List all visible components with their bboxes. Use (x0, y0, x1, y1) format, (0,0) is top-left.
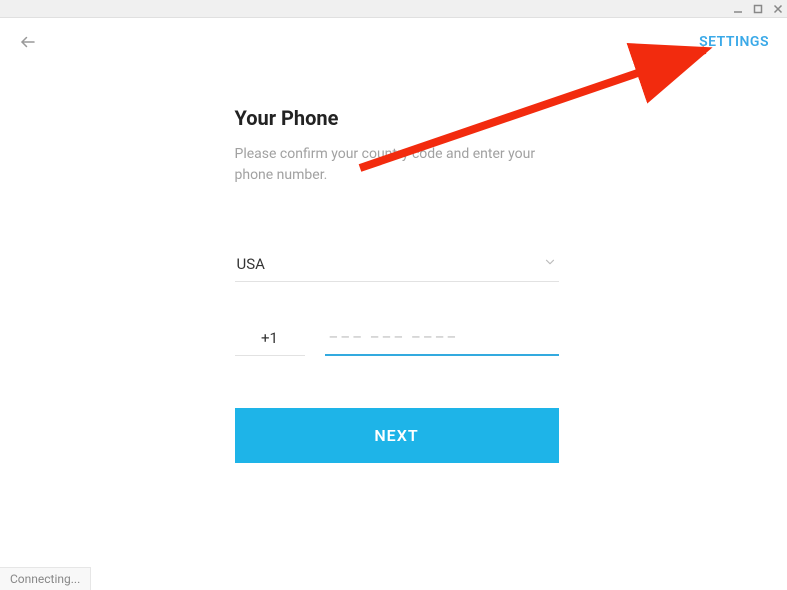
login-form: Your Phone Please confirm your country c… (229, 106, 559, 463)
topbar: SETTINGS (0, 18, 787, 66)
chevron-down-icon (543, 254, 557, 273)
phone-number-input[interactable] (325, 320, 559, 356)
back-button[interactable] (18, 32, 38, 52)
phone-row (235, 320, 559, 356)
page-title: Your Phone (235, 106, 559, 130)
country-select[interactable]: USA (235, 246, 559, 282)
next-button[interactable]: NEXT (235, 408, 559, 463)
page-subtitle: Please confirm your country code and ent… (235, 144, 559, 186)
window-titlebar (0, 0, 787, 18)
status-bar: Connecting... (0, 567, 91, 590)
country-label: USA (237, 255, 265, 273)
close-icon[interactable] (771, 2, 785, 16)
maximize-icon[interactable] (751, 2, 765, 16)
settings-link[interactable]: SETTINGS (699, 34, 769, 50)
minimize-icon[interactable] (731, 2, 745, 16)
country-code-input[interactable] (235, 321, 305, 356)
